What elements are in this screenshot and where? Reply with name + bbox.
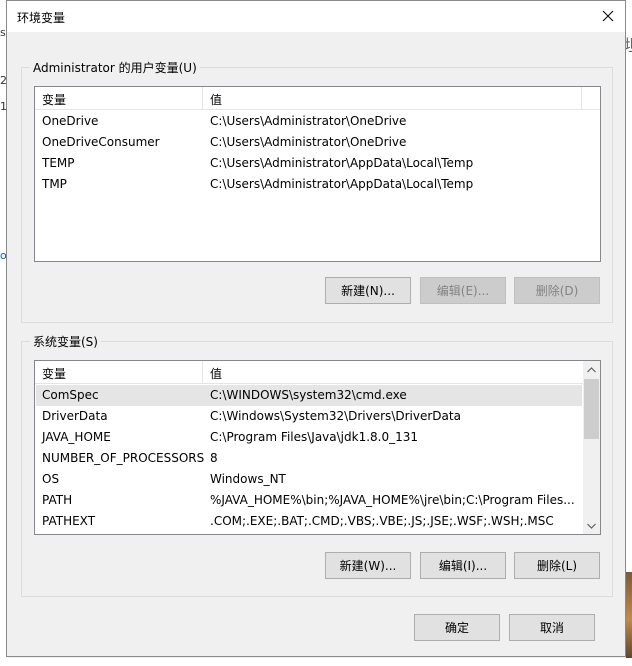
ok-button[interactable]: 确定 xyxy=(414,614,500,641)
variable-value: C:\Users\Administrator\OneDrive xyxy=(210,114,407,128)
variable-name: DriverData xyxy=(42,409,108,423)
table-row[interactable]: OneDriveConsumer C:\Users\Administrator\… xyxy=(36,132,599,153)
column-divider[interactable] xyxy=(202,87,203,109)
table-row[interactable]: OneDrive C:\Users\Administrator\OneDrive xyxy=(36,111,599,132)
close-button[interactable] xyxy=(597,5,619,27)
chevron-down-icon xyxy=(587,523,596,529)
user-variables-list[interactable]: 变量 值 OneDrive C:\Users\Administrator\One… xyxy=(34,86,601,262)
column-header-value[interactable]: 值 xyxy=(210,365,222,382)
table-row[interactable]: ComSpec C:\WINDOWS\system32\cmd.exe xyxy=(36,385,582,406)
background-window-right xyxy=(626,0,632,666)
variable-value: C:\WINDOWS\system32\cmd.exe xyxy=(210,388,407,402)
system-delete-button[interactable]: 删除(L) xyxy=(514,552,600,579)
system-variables-list[interactable]: 变量 值 ComSpec C:\WINDOWS\system32\cmd.exe… xyxy=(34,360,601,535)
variable-name: OS xyxy=(42,472,60,486)
table-row[interactable]: PATHEXT .COM;.EXE;.BAT;.CMD;.VBS;.VBE;.J… xyxy=(36,511,582,532)
variable-value: C:\Program Files\Java\jdk1.8.0_131 xyxy=(210,430,419,444)
vertical-scrollbar[interactable] xyxy=(583,361,600,534)
scroll-up-button[interactable] xyxy=(583,361,600,378)
variable-name: TMP xyxy=(42,177,67,191)
table-row[interactable]: JAVA_HOME C:\Program Files\Java\jdk1.8.0… xyxy=(36,427,582,448)
column-header-value[interactable]: 值 xyxy=(210,91,222,108)
table-row[interactable]: TEMP C:\Users\Administrator\AppData\Loca… xyxy=(36,153,599,174)
system-variables-group: 系统变量(S) 变量 值 ComSpec C:\WINDOWS\system32… xyxy=(21,333,613,597)
table-row[interactable]: NUMBER_OF_PROCESSORS 8 xyxy=(36,448,582,469)
variable-value: .COM;.EXE;.BAT;.CMD;.VBS;.VBE;.JS;.JSE;.… xyxy=(210,514,554,528)
variable-value: C:\Users\Administrator\AppData\Local\Tem… xyxy=(210,177,474,191)
table-row[interactable]: DriverData C:\Windows\System32\Drivers\D… xyxy=(36,406,582,427)
background-text-fragment: s xyxy=(0,26,6,39)
variable-name: NUMBER_OF_PROCESSORS xyxy=(42,451,205,465)
system-new-button[interactable]: 新建(W)... xyxy=(325,552,411,579)
list-header: 变量 值 xyxy=(35,87,600,110)
table-row[interactable]: TMP C:\Users\Administrator\AppData\Local… xyxy=(36,174,599,195)
chevron-up-icon xyxy=(587,366,596,372)
variable-name: JAVA_HOME xyxy=(42,430,111,444)
variable-value: Windows_NT xyxy=(210,472,286,486)
scrollbar-thumb[interactable] xyxy=(584,379,599,439)
variable-value: C:\Windows\System32\Drivers\DriverData xyxy=(210,409,461,423)
user-edit-button[interactable]: 编辑(E)... xyxy=(420,277,506,304)
cancel-button[interactable]: 取消 xyxy=(509,614,595,641)
column-divider[interactable] xyxy=(202,361,203,383)
system-edit-button[interactable]: 编辑(I)... xyxy=(420,552,506,579)
user-variables-group: Administrator 的用户变量(U) 变量 值 OneDrive C:\… xyxy=(21,59,613,323)
user-variables-label: Administrator 的用户变量(U) xyxy=(30,59,200,76)
list-header: 变量 值 xyxy=(35,361,583,384)
background-window-bottom xyxy=(0,658,632,666)
variable-value: %JAVA_HOME%\bin;%JAVA_HOME%\jre\bin;C:\P… xyxy=(210,493,575,507)
table-row[interactable]: PATH %JAVA_HOME%\bin;%JAVA_HOME%\jre\bin… xyxy=(36,490,582,511)
dialog-title: 环境变量 xyxy=(17,11,66,25)
user-delete-button[interactable]: 删除(D) xyxy=(514,277,600,304)
title-bar: 环境变量 xyxy=(7,1,625,32)
variable-name: OneDriveConsumer xyxy=(42,135,160,149)
column-divider[interactable] xyxy=(581,87,582,109)
variable-value: C:\Users\Administrator\AppData\Local\Tem… xyxy=(210,156,474,170)
close-icon xyxy=(602,10,614,22)
variable-name: OneDrive xyxy=(42,114,99,128)
system-variables-label: 系统变量(S) xyxy=(30,333,101,350)
user-new-button[interactable]: 新建(N)... xyxy=(325,277,411,304)
scroll-down-button[interactable] xyxy=(583,517,600,534)
column-header-variable[interactable]: 变量 xyxy=(42,91,66,108)
column-header-variable[interactable]: 变量 xyxy=(42,365,66,382)
variable-name: ComSpec xyxy=(42,388,99,402)
variable-name: TEMP xyxy=(42,156,75,170)
variable-name: PATH xyxy=(42,493,73,507)
background-image-fragment xyxy=(626,572,632,666)
variable-value: C:\Users\Administrator\OneDrive xyxy=(210,135,407,149)
table-row[interactable]: OS Windows_NT xyxy=(36,469,582,490)
environment-variables-dialog: 环境变量 Administrator 的用户变量(U) 变量 值 OneDriv… xyxy=(6,0,626,657)
variable-value: 8 xyxy=(210,451,218,465)
variable-name: PATHEXT xyxy=(42,514,96,528)
